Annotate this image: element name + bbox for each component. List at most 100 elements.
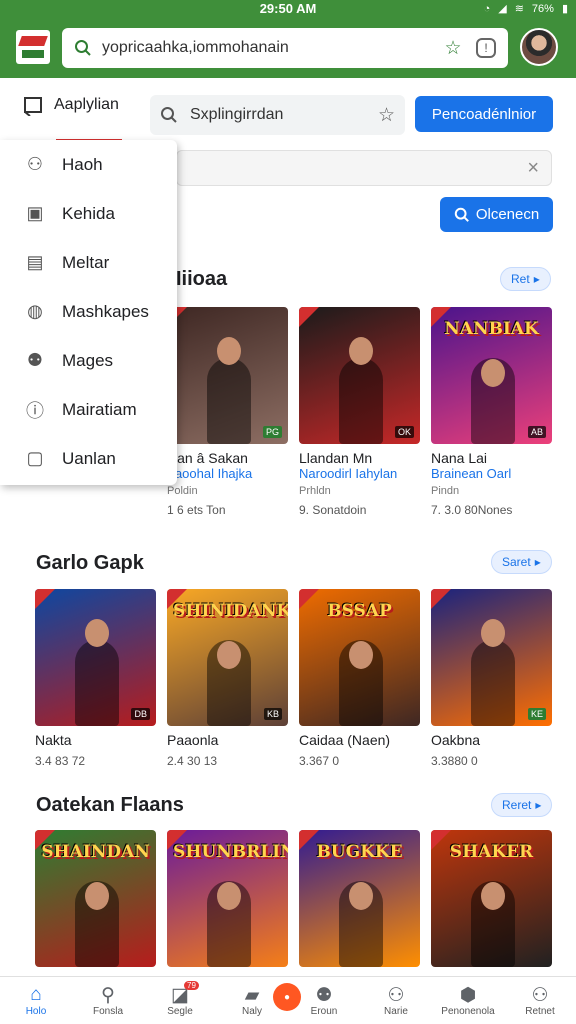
- menu-item-3[interactable]: ◍ Mashkapes: [0, 287, 177, 336]
- card-sub: Brainean Oarl: [431, 466, 512, 481]
- search-button-label: Olcenecn: [475, 206, 540, 223]
- character-art: [207, 358, 251, 444]
- chevron-right-icon: ▸: [534, 555, 541, 569]
- secondary-search-input[interactable]: Sxplingirrdan ☆: [150, 95, 405, 135]
- see-more-button[interactable]: Ret ▸: [500, 267, 551, 291]
- menu-item-2[interactable]: ▤ Meltar: [0, 238, 177, 287]
- bottom-nav-label: Eroun: [310, 1006, 338, 1017]
- game-card[interactable]: SHAINDAN: [35, 830, 156, 967]
- character-art: [75, 640, 119, 726]
- compass-icon: ◍: [27, 301, 43, 321]
- group-icon: ⚉: [26, 350, 44, 370]
- character-head: [85, 882, 109, 910]
- rating-badge: KB: [263, 708, 282, 720]
- ribbon-icon: [299, 307, 319, 327]
- game-thumbnail[interactable]: SHAINDAN: [35, 830, 156, 967]
- search-icon: [161, 107, 177, 123]
- game-thumbnail[interactable]: OK: [299, 307, 420, 444]
- app-logo-icon[interactable]: [16, 30, 50, 64]
- search-icon: [75, 40, 91, 56]
- game-thumbnail[interactable]: BSSAP: [299, 589, 420, 726]
- card-stat: 1 6 ets Ton: [167, 503, 226, 517]
- game-card[interactable]: SHAKER: [431, 830, 552, 967]
- search-button[interactable]: Olcenecn: [440, 197, 553, 232]
- section-title: Oatekan Flaans: [36, 794, 184, 816]
- search-icon: [454, 207, 469, 222]
- game-thumbnail[interactable]: SHINIDANK KB: [167, 589, 288, 726]
- top-bar: yopricaahka,iommohanain ☆ !: [0, 18, 576, 78]
- rating-badge: AB: [527, 426, 546, 438]
- game-card[interactable]: SHUNBRLINS: [167, 830, 288, 967]
- card-stat: 3.3880 0: [431, 754, 478, 768]
- avatar[interactable]: [520, 28, 558, 66]
- game-logo-text: SHUNBRLINS: [173, 842, 288, 862]
- game-card[interactable]: SHINIDANK KB Paaonla 2.4 30 13: [167, 589, 288, 768]
- character-head: [85, 619, 109, 647]
- home-icon: ⌂: [30, 984, 42, 1005]
- game-card[interactable]: KE Oakbna 3.3880 0: [431, 589, 552, 768]
- section-title: Garlo Gapk: [36, 552, 144, 574]
- apps-icon: ⚉: [315, 985, 333, 1006]
- bottom-nav-item-6[interactable]: ⬢ Penonenola: [432, 977, 504, 1024]
- close-icon[interactable]: ×: [527, 157, 539, 180]
- see-more-label: Reret: [502, 798, 532, 812]
- star-icon[interactable]: ☆: [442, 37, 464, 59]
- chevron-right-icon: ▸: [535, 798, 542, 812]
- filter-input[interactable]: ×: [176, 150, 552, 186]
- menu-item-6[interactable]: ▢ Uanlan: [0, 434, 177, 483]
- game-logo-text: BSSAP: [327, 601, 392, 621]
- record-icon[interactable]: ●: [273, 983, 301, 1011]
- bottom-nav-item-2[interactable]: ◪ 79 Segle: [144, 977, 216, 1024]
- bottom-nav-item-0[interactable]: ⌂ Holo: [0, 977, 72, 1024]
- signal-icon: ◢: [498, 3, 507, 15]
- menu-item-label: Uanlan: [62, 448, 116, 468]
- see-more-button[interactable]: Reret ▸: [491, 793, 553, 817]
- card-meta: Prhldn: [299, 485, 331, 497]
- nav-row: Aaplylian Sxplingirrdan ☆ Pencoadénlnior: [0, 88, 576, 142]
- game-thumbnail[interactable]: PG: [167, 307, 288, 444]
- card-title: Nakta: [35, 732, 72, 748]
- primary-action-button[interactable]: Pencoadénlnior: [415, 96, 553, 132]
- notification-badge: 79: [184, 981, 199, 990]
- shield-icon: ⬢: [459, 985, 477, 1006]
- menu-item-0[interactable]: ⚇ Haoh: [0, 140, 177, 189]
- menu-item-1[interactable]: ▣ Kehida: [0, 189, 177, 238]
- game-thumbnail[interactable]: NANBIAK AB: [431, 307, 552, 444]
- menu-item-label: Meltar: [62, 252, 110, 272]
- game-thumbnail[interactable]: KE: [431, 589, 552, 726]
- bottom-nav-item-7[interactable]: ⚇ Retnet: [504, 977, 576, 1024]
- game-logo-text: SHINIDANK: [173, 601, 288, 621]
- section-title: Iiioaa: [176, 268, 228, 290]
- tab-applications[interactable]: Aaplylian: [22, 96, 122, 142]
- game-card[interactable]: DB Nakta 3.4 83 72: [35, 589, 156, 768]
- game-thumbnail[interactable]: SHAKER: [431, 830, 552, 967]
- info-icon: ⓘ: [26, 400, 44, 421]
- game-thumbnail[interactable]: DB: [35, 589, 156, 726]
- card-sub: Faoohal Ihajka: [167, 466, 253, 481]
- game-card[interactable]: NANBIAK AB Nana Lai Brainean Oarl Pindn 7. 3.…: [431, 307, 552, 517]
- card-sub: Naroodirl Iahylan: [299, 466, 398, 481]
- battery-icon: ▮: [561, 3, 568, 15]
- game-card[interactable]: BUGKKE: [299, 830, 420, 967]
- bottom-nav-item-5[interactable]: ⚇ Narie: [360, 977, 432, 1024]
- character-art: [339, 358, 383, 444]
- menu-item-4[interactable]: ⚉ Mages: [0, 336, 177, 385]
- game-thumbnail[interactable]: BUGKKE: [299, 830, 420, 967]
- game-logo-text: SHAINDAN: [41, 842, 150, 862]
- window-icon: [24, 97, 42, 116]
- card-stat: 9. Sonatdoin: [299, 503, 367, 517]
- url-bar[interactable]: yopricaahka,iommohanain ☆ !: [62, 28, 508, 68]
- game-thumbnail[interactable]: SHUNBRLINS: [167, 830, 288, 967]
- bottom-nav-item-1[interactable]: ⚲ Fonsla: [72, 977, 144, 1024]
- url-text[interactable]: yopricaahka,iommohanain: [102, 39, 432, 57]
- status-icons: ◔ ◢ ≋ 76% ▮: [484, 2, 568, 16]
- see-more-button[interactable]: Saret ▸: [491, 550, 552, 574]
- secondary-search-text: Sxplingirrdan: [190, 106, 284, 123]
- game-card[interactable]: OK Llandan Mn Naroodirl Iahylan Prhldn 9. So…: [299, 307, 420, 517]
- tabs-icon[interactable]: !: [476, 38, 496, 58]
- game-card[interactable]: PG Ran â Sakan Faoohal Ihajka Poldin 1 6 ets…: [167, 307, 288, 517]
- movies-icon: ▰: [244, 985, 260, 1006]
- star-icon[interactable]: ☆: [378, 104, 395, 127]
- menu-item-5[interactable]: ⓘ Mairatiam: [0, 385, 177, 434]
- game-card[interactable]: BSSAP Caidaa (Naen) 3.367 0: [299, 589, 420, 768]
